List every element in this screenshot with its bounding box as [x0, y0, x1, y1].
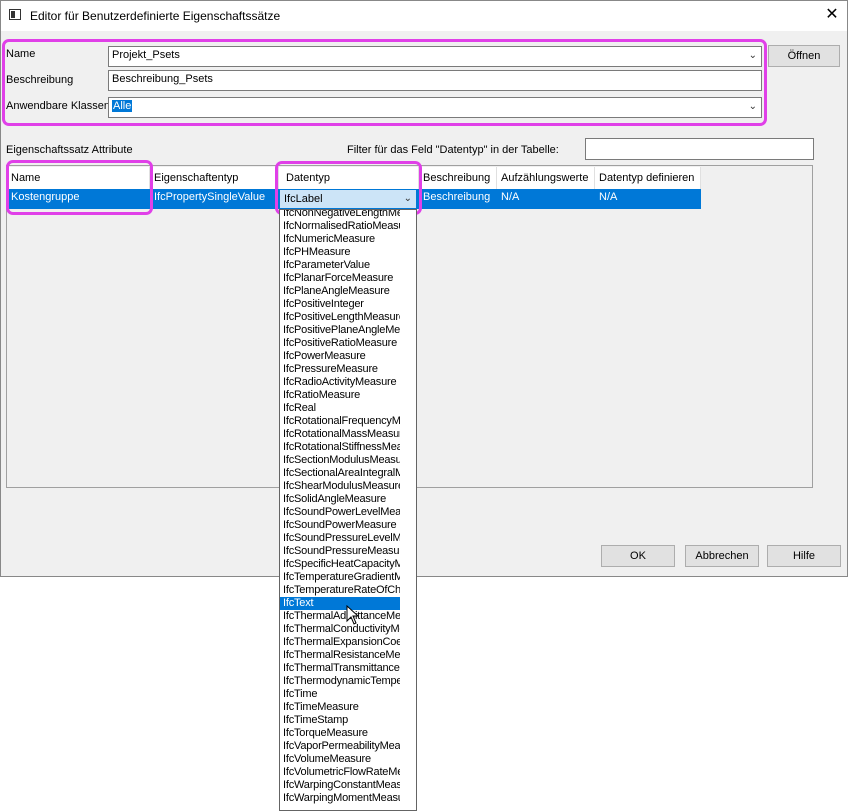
- dropdown-item[interactable]: IfcThermalExpansionCoefficientMeasure: [280, 636, 400, 649]
- dropdown-item[interactable]: IfcShearModulusMeasure: [280, 480, 400, 493]
- mouse-cursor-icon: [346, 605, 360, 625]
- dropdown-item[interactable]: IfcParameterValue: [280, 259, 400, 272]
- dropdown-item[interactable]: IfcTimeStamp: [280, 714, 400, 727]
- dropdown-item[interactable]: IfcTemperatureRateOfChangeMeasure: [280, 584, 400, 597]
- cancel-button[interactable]: Abbrechen: [685, 545, 759, 567]
- dropdown-item[interactable]: IfcWarpingConstantMeasure: [280, 779, 400, 792]
- app-window-icon: [9, 9, 21, 20]
- dropdown-item[interactable]: IfcPositivePlaneAngleMeasure: [280, 324, 400, 337]
- dropdown-items: IfcNonNegativeLengthMeasureIfcNormalised…: [280, 210, 400, 805]
- dropdown-item[interactable]: IfcPressureMeasure: [280, 363, 400, 376]
- dropdown-item[interactable]: IfcSoundPressureMeasure: [280, 545, 400, 558]
- dropdown-item[interactable]: IfcSolidAngleMeasure: [280, 493, 400, 506]
- dropdown-item[interactable]: IfcPlaneAngleMeasure: [280, 285, 400, 298]
- dropdown-item[interactable]: IfcTemperatureGradientMeasure: [280, 571, 400, 584]
- column-header-description[interactable]: Beschreibung: [419, 167, 497, 189]
- dropdown-item[interactable]: IfcRotationalMassMeasure: [280, 428, 400, 441]
- close-icon[interactable]: ✕: [822, 5, 842, 25]
- cell-datatype-define[interactable]: N/A: [595, 189, 701, 209]
- dropdown-item[interactable]: IfcPositiveInteger: [280, 298, 400, 311]
- dropdown-item[interactable]: IfcThermalTransmittanceMeasure: [280, 662, 400, 675]
- highlight-frame-header: [2, 39, 767, 126]
- dropdown-item[interactable]: IfcWarpingMomentMeasure: [280, 792, 400, 805]
- dropdown-item[interactable]: IfcText: [280, 597, 400, 610]
- dropdown-item[interactable]: IfcSectionModulusMeasure: [280, 454, 400, 467]
- open-button[interactable]: Öffnen: [768, 45, 840, 67]
- dropdown-item[interactable]: IfcVolumetricFlowRateMeasure: [280, 766, 400, 779]
- dropdown-item[interactable]: IfcPowerMeasure: [280, 350, 400, 363]
- datatype-dropdown-list[interactable]: IfcNonNegativeLengthMeasureIfcNormalised…: [279, 209, 417, 811]
- filter-label: Filter für das Feld "Datentyp" in der Ta…: [347, 144, 559, 156]
- dropdown-item[interactable]: IfcSectionalAreaIntegralMeasure: [280, 467, 400, 480]
- column-header-datatype-define[interactable]: Datentyp definieren: [595, 167, 701, 189]
- cell-description[interactable]: Beschreibung: [419, 189, 497, 209]
- dropdown-item[interactable]: IfcTimeMeasure: [280, 701, 400, 714]
- dropdown-item[interactable]: IfcRadioActivityMeasure: [280, 376, 400, 389]
- dropdown-item[interactable]: IfcRatioMeasure: [280, 389, 400, 402]
- dropdown-item[interactable]: IfcPositiveLengthMeasure: [280, 311, 400, 324]
- window-title: Editor für Benutzerdefinierte Eigenschaf…: [30, 9, 281, 23]
- filter-input[interactable]: [585, 138, 814, 160]
- attributes-section-label: Eigenschaftssatz Attribute: [6, 144, 133, 156]
- help-button[interactable]: Hilfe: [767, 545, 841, 567]
- dropdown-item[interactable]: IfcThermodynamicTemperatureMeasure: [280, 675, 400, 688]
- dropdown-item[interactable]: IfcVolumeMeasure: [280, 753, 400, 766]
- dropdown-item[interactable]: IfcNonNegativeLengthMeasure: [280, 210, 400, 220]
- column-header-enum-values[interactable]: Aufzählungswerte: [497, 167, 595, 189]
- dropdown-item[interactable]: IfcPositiveRatioMeasure: [280, 337, 400, 350]
- dropdown-item[interactable]: IfcRotationalFrequencyMeasure: [280, 415, 400, 428]
- dropdown-item[interactable]: IfcSoundPowerLevelMeasure: [280, 506, 400, 519]
- dropdown-item[interactable]: IfcTorqueMeasure: [280, 727, 400, 740]
- cell-property-type[interactable]: IfcPropertySingleValue: [150, 189, 279, 209]
- dropdown-item[interactable]: IfcSoundPressureLevelMeasure: [280, 532, 400, 545]
- dropdown-item[interactable]: IfcNormalisedRatioMeasure: [280, 220, 400, 233]
- dropdown-item[interactable]: IfcPHMeasure: [280, 246, 400, 259]
- dropdown-item[interactable]: IfcRotationalStiffnessMeasure: [280, 441, 400, 454]
- dropdown-item[interactable]: IfcSpecificHeatCapacityMeasure: [280, 558, 400, 571]
- cell-enum-values[interactable]: N/A: [497, 189, 595, 209]
- dropdown-item[interactable]: IfcThermalResistanceMeasure: [280, 649, 400, 662]
- dropdown-item[interactable]: IfcNumericMeasure: [280, 233, 400, 246]
- dropdown-item[interactable]: IfcThermalAdmittanceMeasure: [280, 610, 400, 623]
- highlight-frame-datatype-column: [275, 161, 422, 215]
- dropdown-item[interactable]: IfcVaporPermeabilityMeasure: [280, 740, 400, 753]
- dropdown-item[interactable]: IfcReal: [280, 402, 400, 415]
- column-header-property-type[interactable]: Eigenschaftentyp: [150, 167, 279, 189]
- dropdown-item[interactable]: IfcPlanarForceMeasure: [280, 272, 400, 285]
- dropdown-item[interactable]: IfcSoundPowerMeasure: [280, 519, 400, 532]
- ok-button[interactable]: OK: [601, 545, 675, 567]
- highlight-frame-name-column: [6, 160, 153, 215]
- dropdown-item[interactable]: IfcThermalConductivityMeasure: [280, 623, 400, 636]
- dropdown-item[interactable]: IfcTime: [280, 688, 400, 701]
